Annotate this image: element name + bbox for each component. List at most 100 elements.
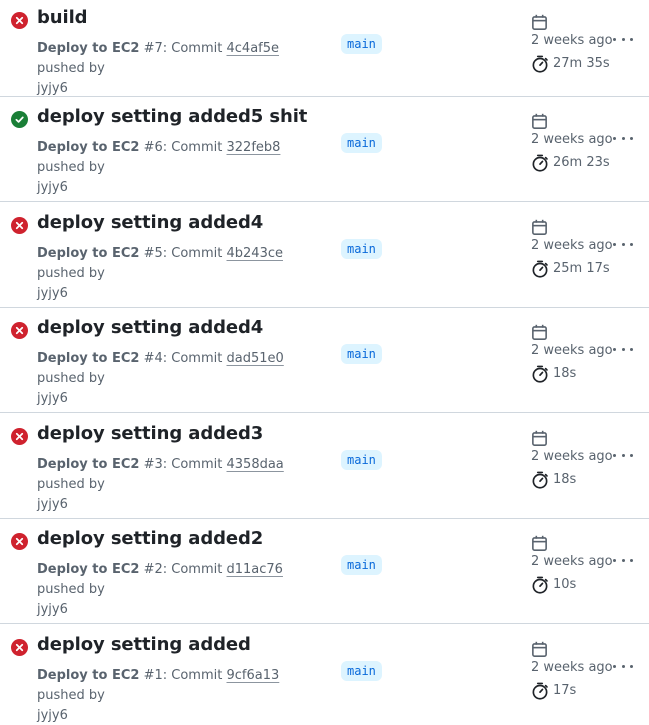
run-title-link[interactable]: deploy setting added <box>37 634 251 655</box>
run-duration: 18s <box>553 472 577 487</box>
commit-sha-link[interactable]: 4b243ce <box>227 246 283 261</box>
x-circle-fill-icon <box>11 217 28 234</box>
commit-prefix: Commit <box>171 351 223 366</box>
branch-label[interactable]: main <box>341 661 382 681</box>
kebab-horizontal-icon[interactable] <box>611 236 635 252</box>
pushed-by-text: pushed by <box>37 582 105 597</box>
branch-label[interactable]: main <box>341 344 382 364</box>
branch-label[interactable]: main <box>341 133 382 153</box>
commit-prefix: Commit <box>171 41 223 56</box>
run-number: #3 <box>143 457 163 472</box>
run-duration: 25m 17s <box>553 261 610 276</box>
commit-prefix: Commit <box>171 457 223 472</box>
kebab-horizontal-icon[interactable] <box>611 552 635 568</box>
kebab-horizontal-icon[interactable] <box>611 31 635 47</box>
workflow-run-row[interactable]: deploy setting added5 shit Deploy to EC2… <box>0 97 649 202</box>
run-date: 2 weeks ago <box>531 33 613 48</box>
run-meta: Deploy to EC2 #3: Commit 4358daa pushed … <box>37 457 284 512</box>
pushed-by-text: pushed by <box>37 688 105 703</box>
stopwatch-icon <box>532 260 548 278</box>
kebab-horizontal-icon[interactable] <box>611 447 635 463</box>
branch-label[interactable]: main <box>341 239 382 259</box>
pushed-by-text: pushed by <box>37 160 105 175</box>
commit-sha-link[interactable]: dad51e0 <box>227 351 284 366</box>
workflow-name: Deploy to EC2 <box>37 140 140 155</box>
workflow-name: Deploy to EC2 <box>37 668 140 683</box>
x-circle-fill-icon <box>11 322 28 339</box>
run-title-link[interactable]: deploy setting added3 <box>37 423 263 444</box>
commit-sha-link[interactable]: d11ac76 <box>227 562 283 577</box>
run-title-link[interactable]: deploy setting added2 <box>37 528 263 549</box>
pushed-by-text: pushed by <box>37 61 105 76</box>
actor-name: jyjy6 <box>37 391 68 406</box>
stopwatch-icon <box>532 576 548 594</box>
actor-name: jyjy6 <box>37 81 68 96</box>
run-duration: 27m 35s <box>553 56 610 71</box>
workflow-run-row[interactable]: deploy setting added2 Deploy to EC2 #2: … <box>0 519 649 624</box>
check-circle-fill-icon <box>11 111 28 128</box>
run-number: #5 <box>143 246 163 261</box>
branch-label[interactable]: main <box>341 34 382 54</box>
commit-prefix: Commit <box>171 246 223 261</box>
pushed-by-text: pushed by <box>37 371 105 386</box>
stopwatch-icon <box>532 154 548 172</box>
workflow-name: Deploy to EC2 <box>37 246 140 261</box>
run-number: #1 <box>143 668 163 683</box>
run-date: 2 weeks ago <box>531 238 613 253</box>
branch-label[interactable]: main <box>341 450 382 470</box>
pushed-by-text: pushed by <box>37 266 105 281</box>
calendar-icon <box>532 324 547 340</box>
actor-name: jyjy6 <box>37 497 68 512</box>
run-title-link[interactable]: deploy setting added4 <box>37 212 263 233</box>
commit-sha-link[interactable]: 4358daa <box>227 457 284 472</box>
stopwatch-icon <box>532 55 548 73</box>
workflow-run-row[interactable]: deploy setting added Deploy to EC2 #1: C… <box>0 625 649 725</box>
pushed-by-text: pushed by <box>37 477 105 492</box>
run-meta: Deploy to EC2 #4: Commit dad51e0 pushed … <box>37 351 284 406</box>
x-circle-fill-icon <box>11 533 28 550</box>
stopwatch-icon <box>532 365 548 383</box>
actor-name: jyjy6 <box>37 602 68 617</box>
workflow-name: Deploy to EC2 <box>37 41 140 56</box>
workflow-run-row[interactable]: deploy setting added4 Deploy to EC2 #4: … <box>0 308 649 413</box>
commit-sha-link[interactable]: 322feb8 <box>227 140 281 155</box>
run-duration: 26m 23s <box>553 155 610 170</box>
x-circle-fill-icon <box>11 639 28 656</box>
kebab-horizontal-icon[interactable] <box>611 341 635 357</box>
calendar-icon <box>532 113 547 129</box>
actor-name: jyjy6 <box>37 286 68 301</box>
run-date: 2 weeks ago <box>531 343 613 358</box>
run-title-link[interactable]: deploy setting added4 <box>37 317 263 338</box>
calendar-icon <box>532 641 547 657</box>
commit-prefix: Commit <box>171 140 223 155</box>
workflow-run-row[interactable]: build Deploy to EC2 #7: Commit 4c4af5e p… <box>0 0 649 97</box>
x-circle-fill-icon <box>11 428 28 445</box>
run-meta: Deploy to EC2 #1: Commit 9cf6a13 pushed … <box>37 668 280 723</box>
run-title-link[interactable]: deploy setting added5 shit <box>37 106 307 127</box>
run-date: 2 weeks ago <box>531 449 613 464</box>
commit-prefix: Commit <box>171 562 223 577</box>
run-number: #2 <box>143 562 163 577</box>
actor-name: jyjy6 <box>37 180 68 195</box>
stopwatch-icon <box>532 471 548 489</box>
run-duration: 17s <box>553 683 577 698</box>
run-date: 2 weeks ago <box>531 660 613 675</box>
kebab-horizontal-icon[interactable] <box>611 658 635 674</box>
commit-sha-link[interactable]: 9cf6a13 <box>227 668 280 683</box>
kebab-horizontal-icon[interactable] <box>611 130 635 146</box>
workflow-run-row[interactable]: deploy setting added4 Deploy to EC2 #5: … <box>0 203 649 308</box>
workflow-run-row[interactable]: deploy setting added3 Deploy to EC2 #3: … <box>0 414 649 519</box>
workflow-name: Deploy to EC2 <box>37 457 140 472</box>
branch-label[interactable]: main <box>341 555 382 575</box>
calendar-icon <box>532 535 547 551</box>
calendar-icon <box>532 430 547 446</box>
x-circle-fill-icon <box>11 12 28 29</box>
calendar-icon <box>532 219 547 235</box>
run-title-link[interactable]: build <box>37 7 88 28</box>
run-meta: Deploy to EC2 #2: Commit d11ac76 pushed … <box>37 562 283 617</box>
calendar-icon <box>532 14 547 30</box>
commit-sha-link[interactable]: 4c4af5e <box>227 41 280 56</box>
commit-prefix: Commit <box>171 668 223 683</box>
run-meta: Deploy to EC2 #6: Commit 322feb8 pushed … <box>37 140 281 195</box>
run-meta: Deploy to EC2 #5: Commit 4b243ce pushed … <box>37 246 283 301</box>
